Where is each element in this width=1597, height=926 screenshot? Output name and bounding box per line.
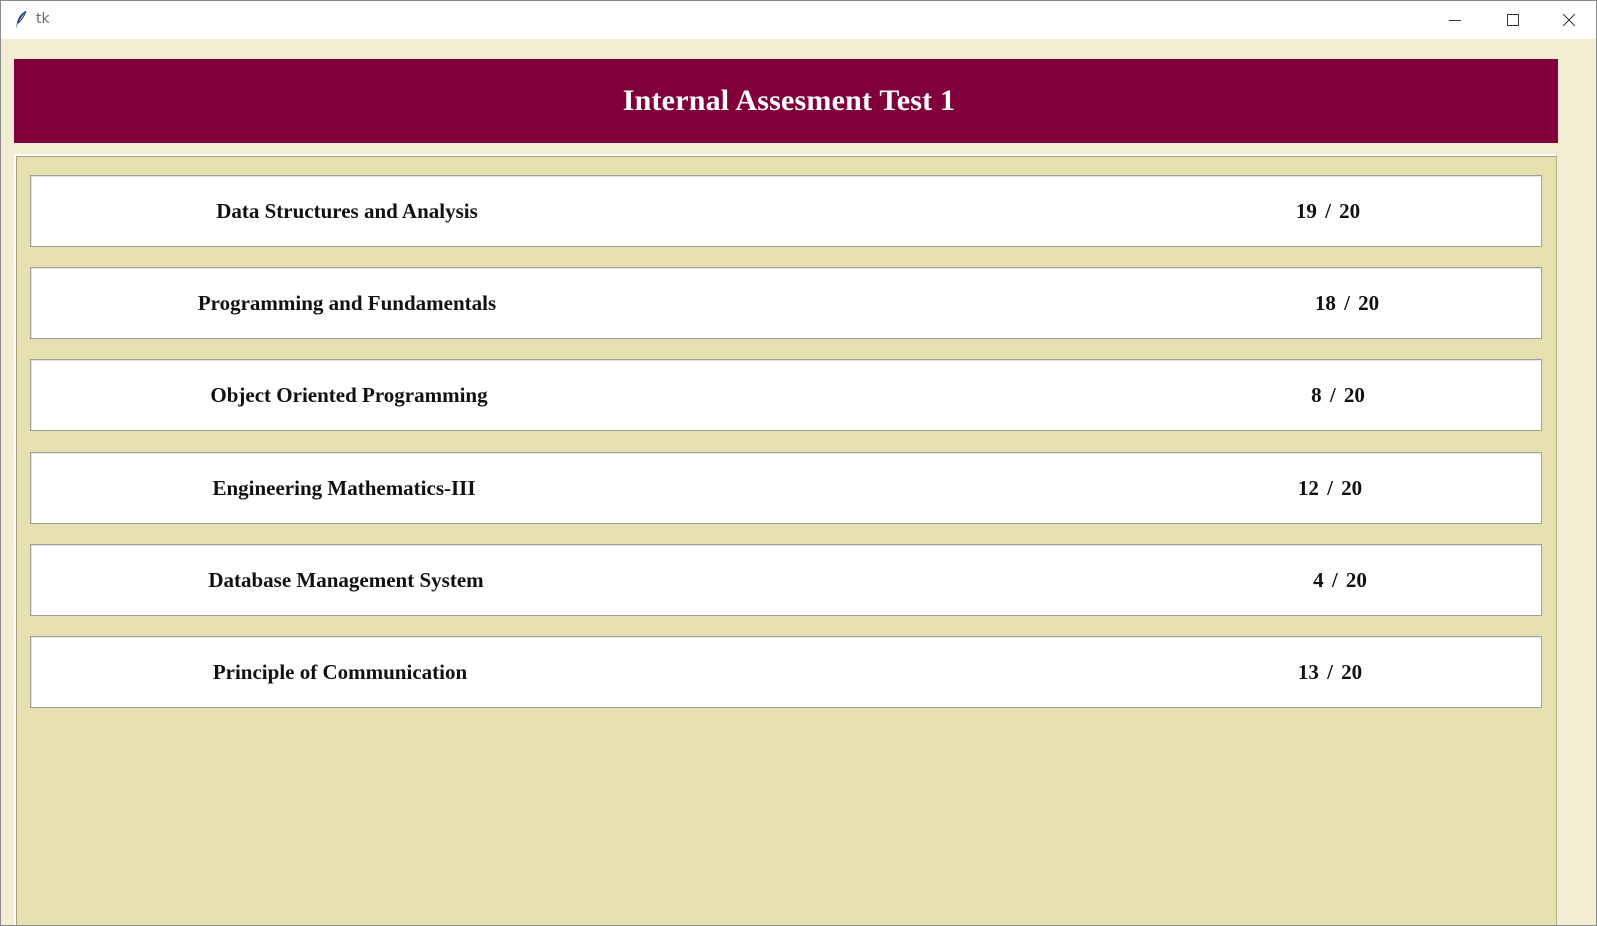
minimize-button[interactable] (1427, 1, 1484, 39)
close-button[interactable] (1541, 1, 1596, 39)
score-label: 13 / 20 (1297, 660, 1363, 684)
subject-label: Engineering Mathematics-III (212, 476, 476, 500)
page-header: Internal Assesment Test 1 (14, 59, 1558, 143)
subject-label: Data Structures and Analysis (216, 199, 478, 223)
results-panel: Data Structures and Analysis 19 / 20 Pro… (14, 154, 1557, 925)
page-title: Internal Assesment Test 1 (622, 84, 956, 117)
maximize-button[interactable] (1485, 1, 1542, 39)
score-label: 8 / 20 (1311, 383, 1365, 407)
subject-label: Principle of Communication (212, 660, 468, 684)
score-label: 18 / 20 (1314, 291, 1380, 315)
subject-label: Object Oriented Programming (210, 383, 488, 407)
score-label: 19 / 20 (1295, 199, 1361, 223)
app-window: tk Internal Assesment Test 1 Data Struct… (0, 0, 1597, 926)
result-row: Engineering Mathematics-III 12 / 20 (30, 452, 1542, 524)
result-row: Object Oriented Programming 8 / 20 (30, 359, 1542, 431)
subject-label: Programming and Fundamentals (197, 291, 497, 315)
tk-feather-icon (13, 10, 29, 30)
subject-label: Database Management System (208, 568, 484, 592)
score-label: 12 / 20 (1297, 476, 1363, 500)
result-row: Programming and Fundamentals 18 / 20 (30, 267, 1542, 339)
score-label: 4 / 20 (1313, 568, 1367, 592)
result-row: Database Management System 4 / 20 (30, 544, 1542, 616)
result-row: Data Structures and Analysis 19 / 20 (30, 175, 1542, 247)
result-row: Principle of Communication 13 / 20 (30, 636, 1542, 708)
title-bar[interactable]: tk (1, 1, 1596, 39)
window-title: tk (36, 11, 50, 27)
